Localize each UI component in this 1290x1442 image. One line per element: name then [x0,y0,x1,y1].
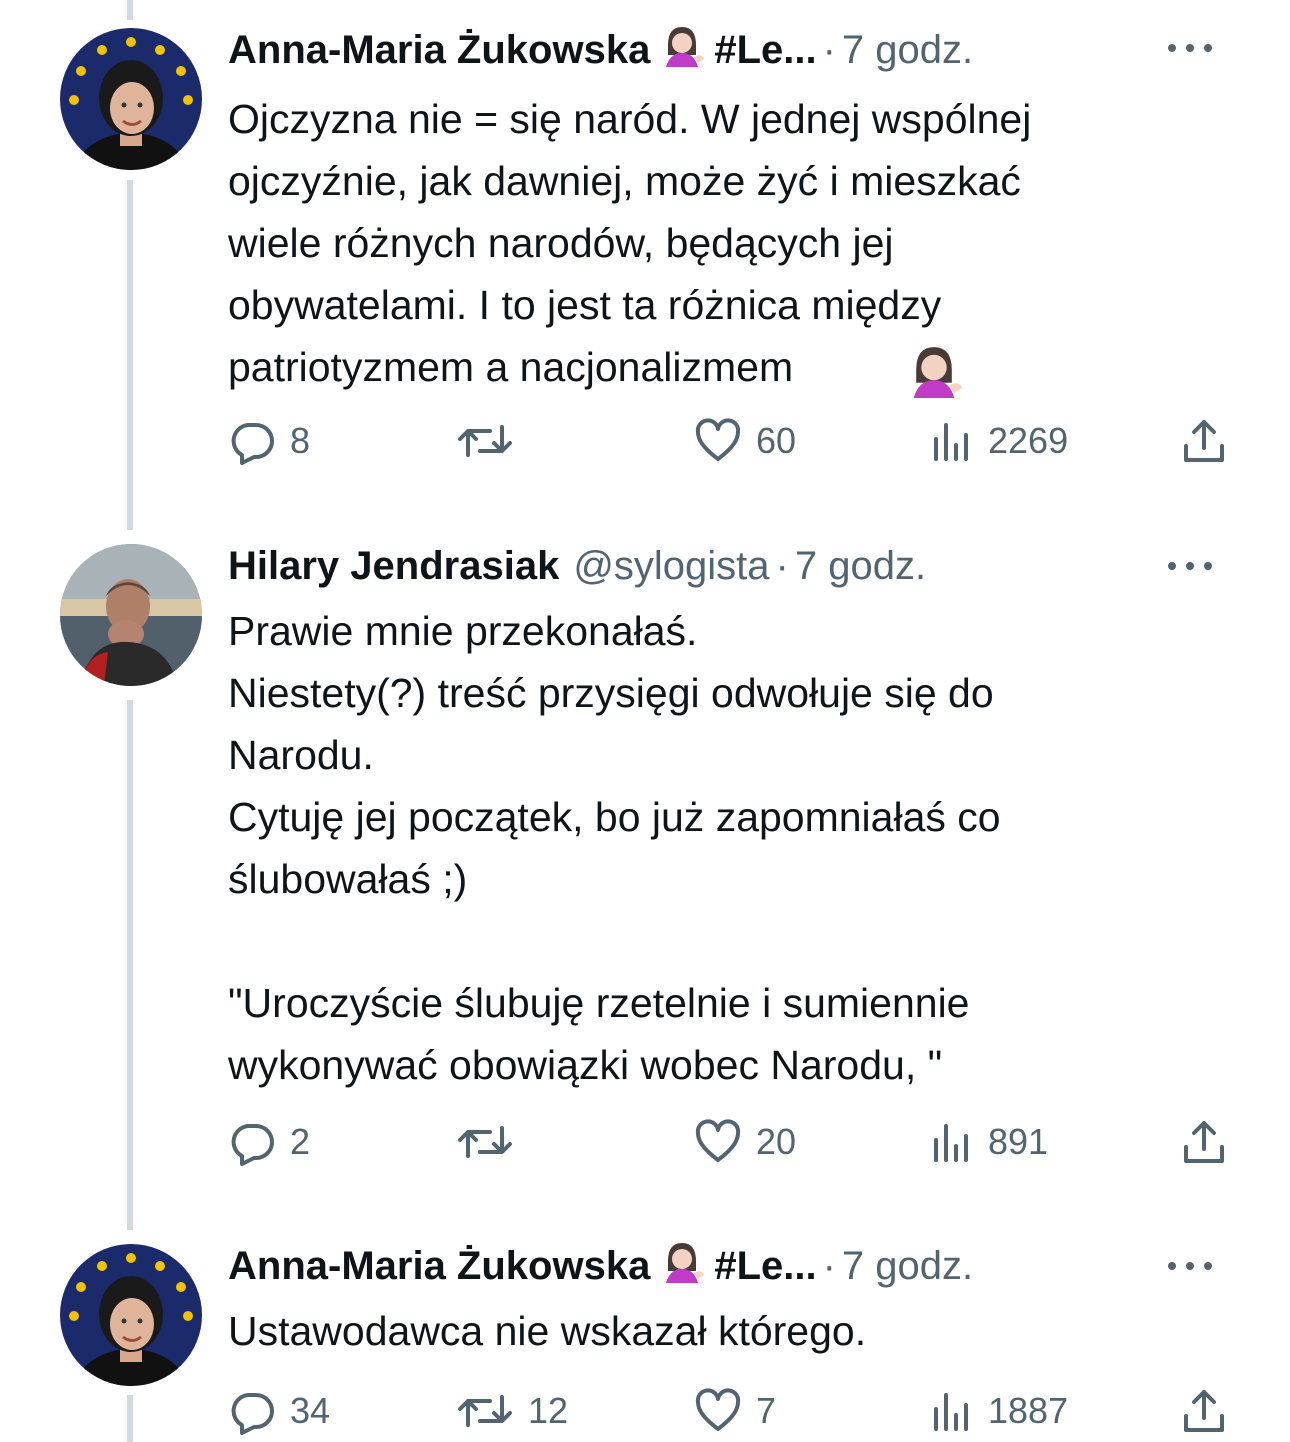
views-button[interactable]: 891 [930,1117,1048,1167]
timestamp[interactable]: 7 godz. [795,544,926,589]
like-button[interactable]: 60 [694,416,796,466]
retweet-icon [458,1395,512,1427]
reply-button[interactable]: 8 [228,416,310,466]
like-count: 7 [756,1390,777,1431]
woman-tipping-hand-emoji [660,1239,705,1293]
views-count: 891 [988,1121,1049,1162]
timestamp[interactable]: 7 godz. [842,1244,973,1289]
retweet-count: 12 [528,1390,569,1431]
more-icon[interactable] [1168,554,1212,578]
separator-dot: · [822,1243,836,1288]
action-bar: 2 20 891 [228,1117,1238,1167]
reply-button[interactable]: 34 [228,1386,330,1436]
share-button[interactable] [1180,1386,1228,1436]
avatar[interactable] [60,1244,202,1386]
author-name-suffix[interactable]: #Le... [714,28,816,73]
share-button[interactable] [1180,416,1228,466]
tweet-text: Ustawodawca nie wskazał którego. [228,1308,867,1354]
tweet-text: Prawie mnie przekonałaś. Niestety(?) tre… [228,608,1001,1088]
author-name[interactable]: Hilary Jendrasiak [228,544,559,589]
reply-icon [231,1393,274,1435]
share-icon [1184,420,1224,462]
author-handle[interactable]: @sylogista [573,544,769,589]
reply-count: 34 [290,1390,331,1431]
reply-count: 2 [290,1121,311,1162]
avatar[interactable] [60,544,202,686]
action-bar: 8 60 2269 [228,416,1238,466]
timestamp[interactable]: 7 godz. [842,28,973,73]
views-button[interactable]: 2269 [930,416,1068,466]
share-button[interactable] [1180,1117,1228,1167]
avatar[interactable] [60,28,202,170]
views-count: 2269 [988,420,1069,461]
views-icon [934,1393,968,1431]
retweet-icon [458,425,512,457]
views-icon [934,1124,968,1162]
tweet-header: Anna-Maria Żukowska #Le... · 7 godz. [228,20,1230,80]
reply-button[interactable]: 2 [228,1117,310,1167]
views-count: 1887 [988,1390,1069,1431]
retweet-button[interactable] [456,1117,528,1167]
author-name[interactable]: Anna-Maria Żukowska [228,1244,650,1289]
views-icon [934,423,968,461]
share-icon [1184,1390,1224,1432]
like-button[interactable]: 20 [694,1117,796,1167]
retweet-button[interactable] [456,416,528,466]
reply-count: 8 [290,420,311,461]
author-name[interactable]: Anna-Maria Żukowska [228,28,650,73]
tweet-header: Hilary Jendrasiak @sylogista · 7 godz. [228,536,1230,596]
woman-tipping-hand-emoji [660,23,705,77]
tweet-header: Anna-Maria Żukowska #Le... · 7 godz. [228,1236,1230,1296]
tweet-1[interactable]: Anna-Maria Żukowska #Le... · 7 godz. Ojc… [0,0,1290,520]
like-count: 20 [756,1121,797,1162]
retweet-icon [458,1126,512,1158]
retweet-button[interactable]: 12 [456,1386,568,1436]
woman-tipping-hand-emoji [905,342,963,403]
separator-dot: · [775,543,789,588]
heart-icon [695,1388,741,1431]
more-icon[interactable] [1168,36,1212,60]
heart-icon [695,418,741,461]
action-bar: 34 12 7 1887 [228,1386,1238,1436]
separator-dot: · [822,27,836,72]
reply-icon [231,1124,274,1166]
like-button[interactable]: 7 [694,1386,776,1436]
like-count: 60 [756,420,797,461]
more-icon[interactable] [1168,1254,1212,1278]
tweet-3[interactable]: Anna-Maria Żukowska #Le... · 7 godz. Ust… [0,1220,1290,1442]
author-name-suffix[interactable]: #Le... [714,1244,816,1289]
heart-icon [695,1119,741,1162]
tweet-text: Ojczyzna nie = się naród. W jednej wspól… [228,96,1032,390]
views-button[interactable]: 1887 [930,1386,1068,1436]
share-icon [1184,1121,1224,1163]
reply-icon [231,423,274,465]
tweet-2[interactable]: Hilary Jendrasiak @sylogista · 7 godz. P… [0,520,1290,1220]
